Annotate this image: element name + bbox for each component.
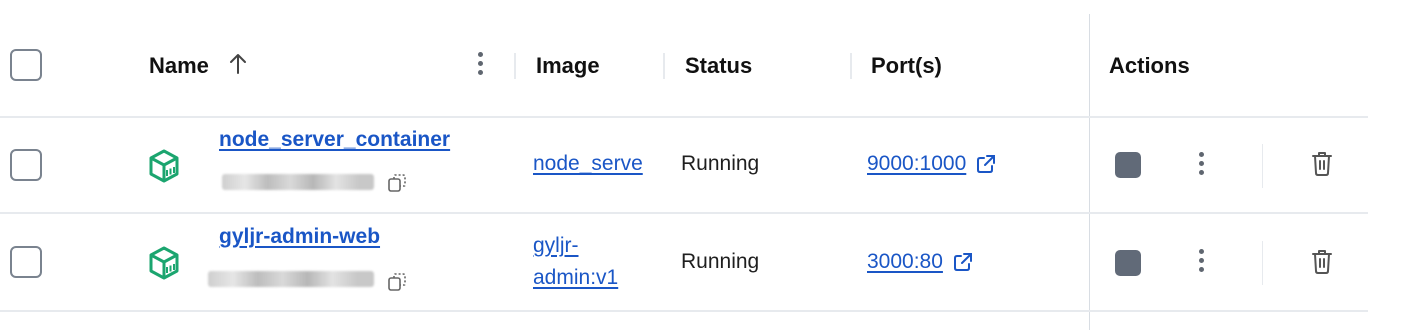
actions-column-header: Actions — [1109, 50, 1190, 82]
copy-icon[interactable] — [387, 272, 407, 292]
image-link[interactable]: node_serve — [533, 150, 665, 178]
actions-column-divider — [1089, 14, 1090, 330]
column-separator — [663, 53, 665, 79]
stop-button[interactable] — [1115, 250, 1141, 276]
image-name-line2[interactable]: admin:v1 — [533, 262, 618, 294]
column-separator — [514, 53, 516, 79]
header-divider — [0, 116, 1368, 118]
row-select-checkbox[interactable] — [10, 149, 42, 181]
external-link-icon[interactable] — [952, 251, 974, 273]
container-name-link[interactable]: node_server_container — [219, 126, 450, 154]
container-cube-icon — [147, 148, 181, 184]
port-text[interactable]: 9000:1000 — [867, 152, 966, 176]
copy-icon[interactable] — [387, 173, 407, 193]
image-name-line1[interactable]: gyljr- — [533, 230, 579, 262]
stop-icon[interactable] — [1115, 152, 1141, 178]
more-vertical-icon[interactable] — [478, 52, 483, 75]
row-divider — [0, 212, 1368, 214]
stop-button[interactable] — [1115, 152, 1141, 178]
status-text: Running — [681, 152, 760, 175]
container-name[interactable]: node_server_container — [219, 128, 450, 152]
row-select-checkbox-wrapper — [10, 149, 42, 181]
select-all-checkbox[interactable] — [10, 49, 42, 81]
port-link[interactable]: 9000:1000 — [867, 150, 997, 178]
more-vertical-icon[interactable] — [1199, 152, 1204, 175]
row-divider — [0, 310, 1368, 312]
image-column-header[interactable]: Image — [536, 50, 600, 82]
more-vertical-icon[interactable] — [1199, 249, 1204, 272]
container-cube-icon — [147, 245, 181, 281]
port-text[interactable]: 3000:80 — [867, 250, 943, 274]
status-cell: Running — [681, 150, 759, 178]
containers-table: Name Image Status Port(s) Actions node_s… — [0, 0, 1368, 330]
row-select-checkbox-wrapper — [10, 246, 42, 278]
column-separator — [850, 53, 852, 79]
row-select-checkbox[interactable] — [10, 246, 42, 278]
select-all-checkbox-wrapper — [10, 49, 42, 81]
image-header-label: Image — [536, 53, 600, 78]
trash-icon[interactable] — [1311, 249, 1333, 275]
action-separator — [1262, 144, 1263, 188]
container-name[interactable]: gyljr-admin-web — [219, 225, 380, 249]
ports-header-label: Port(s) — [871, 53, 942, 78]
image-name[interactable]: node_serve — [533, 152, 643, 176]
action-separator — [1262, 241, 1263, 285]
status-column-header[interactable]: Status — [685, 50, 752, 82]
external-link-icon[interactable] — [975, 153, 997, 175]
image-link[interactable]: gyljr- admin:v1 — [533, 230, 618, 294]
actions-header-label: Actions — [1109, 53, 1190, 78]
ports-column-header[interactable]: Port(s) — [871, 50, 942, 82]
container-id-redacted — [222, 174, 374, 190]
status-header-label: Status — [685, 53, 753, 78]
status-cell: Running — [681, 248, 759, 276]
status-text: Running — [681, 250, 760, 273]
name-column-header[interactable]: Name — [149, 50, 249, 82]
trash-icon[interactable] — [1311, 151, 1333, 177]
stop-icon[interactable] — [1115, 250, 1141, 276]
port-link[interactable]: 3000:80 — [867, 248, 974, 276]
container-name-link[interactable]: gyljr-admin-web — [219, 223, 380, 251]
arrow-up-icon[interactable] — [227, 52, 249, 81]
name-header-label: Name — [149, 53, 209, 78]
container-id-redacted — [208, 271, 374, 287]
